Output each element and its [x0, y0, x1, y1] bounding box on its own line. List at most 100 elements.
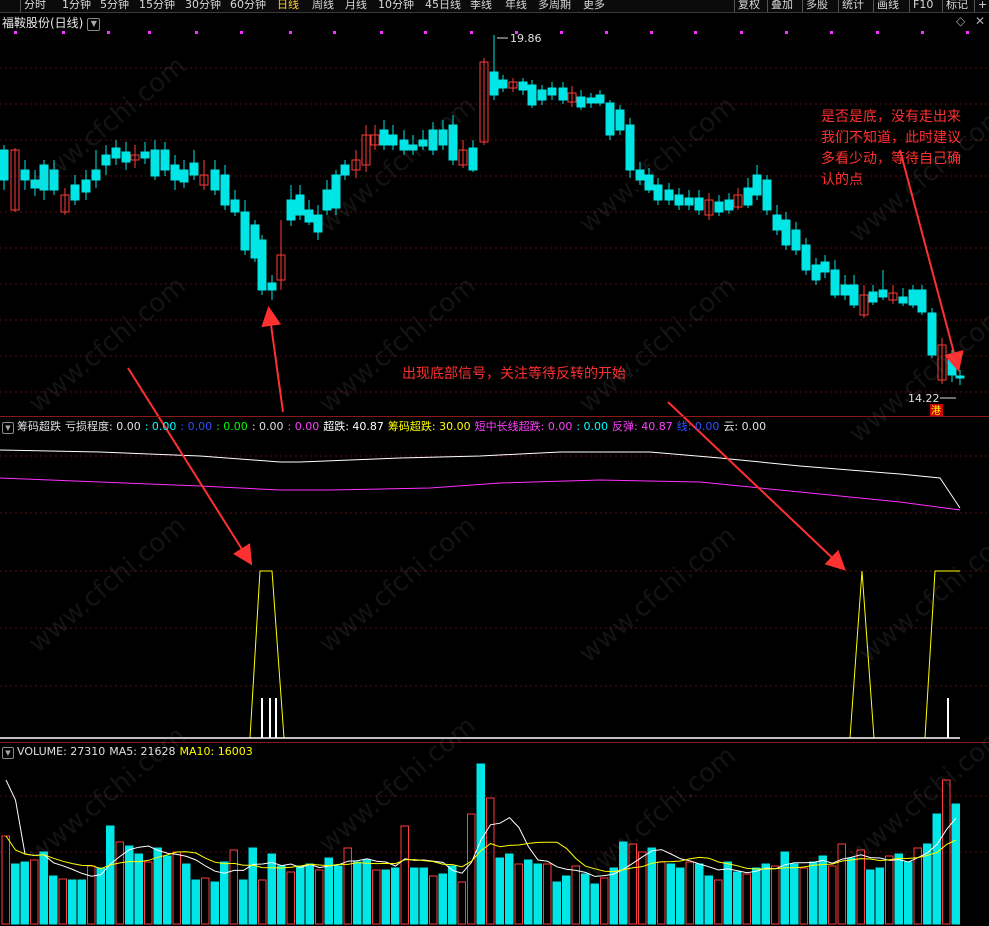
volume-bar — [856, 849, 865, 925]
candle-body — [286, 199, 296, 221]
candle-body — [498, 79, 508, 89]
indicator-value-5: : 0.00 — [287, 420, 320, 433]
candle-body — [781, 219, 791, 246]
volume-bar — [495, 857, 504, 925]
volume-bar — [248, 847, 257, 925]
volume-bar — [457, 881, 466, 925]
volume-bar — [210, 881, 219, 925]
candle-body — [898, 296, 908, 304]
marker-dot — [148, 31, 151, 34]
candle-body — [331, 174, 341, 209]
marker-dot — [560, 31, 563, 34]
candle-body — [220, 174, 230, 206]
candle-body — [257, 239, 267, 291]
volume-bar — [125, 845, 134, 925]
marker-dot — [195, 31, 198, 34]
volume-bar — [381, 869, 390, 925]
volume-bar — [524, 859, 533, 925]
volume-bar — [562, 875, 571, 925]
volume-bar — [647, 847, 656, 925]
volume-bar — [543, 863, 552, 925]
candle-body — [791, 229, 801, 251]
arrow-up-to-low — [261, 306, 284, 413]
candle-body — [399, 139, 409, 151]
candle-body — [955, 375, 965, 379]
marker-dot — [605, 31, 608, 34]
panel-divider-2 — [0, 742, 989, 743]
volume-bar — [552, 881, 561, 925]
volume-bar — [771, 865, 780, 925]
candle-body — [313, 214, 323, 233]
candle-body — [694, 197, 704, 211]
volume-bar — [676, 867, 685, 925]
candle-body — [537, 89, 547, 101]
marker-dot — [107, 31, 110, 34]
volume-bar — [476, 763, 485, 925]
volume-bar — [438, 873, 447, 925]
volume-bar — [362, 859, 371, 925]
volume-bar — [277, 865, 286, 925]
candle-body — [150, 149, 160, 177]
indicator-value-4: : 0.00 — [251, 420, 284, 433]
volume-bar — [638, 851, 647, 925]
indicator-value-3: : 0.00 — [216, 420, 248, 433]
candle-body — [295, 194, 305, 216]
candle-body — [189, 162, 199, 176]
volume-bar — [799, 867, 808, 925]
signal-peak-2 — [849, 570, 875, 739]
marker-dot — [876, 31, 879, 34]
candle-body — [625, 124, 635, 171]
volume-bar — [685, 861, 694, 925]
candle-body — [811, 264, 821, 281]
arrow-to-signal-1 — [127, 367, 253, 566]
volume-bar — [894, 853, 903, 925]
candle-body — [30, 179, 40, 189]
volume-bar — [704, 875, 713, 925]
volume-bar — [609, 867, 618, 925]
candle-body — [840, 284, 850, 296]
volume-bar — [372, 869, 381, 925]
volume-bar — [590, 883, 599, 925]
panel-divider-1 — [0, 416, 989, 417]
settings-icon[interactable]: ▼ — [2, 422, 14, 434]
marker-dot — [380, 31, 383, 34]
volume-bar — [666, 863, 675, 925]
volume-bar — [723, 861, 732, 925]
volume-bar — [286, 871, 295, 925]
candle-body — [408, 144, 418, 151]
marker-dot — [694, 31, 697, 34]
volume-bar — [790, 863, 799, 925]
candle-body — [917, 289, 927, 313]
marker-dot — [424, 31, 427, 34]
volume-bar — [600, 877, 609, 925]
candle-body — [240, 211, 250, 251]
settings-icon[interactable]: ▼ — [2, 747, 14, 759]
volume-bar — [134, 853, 143, 925]
candle-body — [927, 312, 937, 356]
marker-dot — [470, 31, 473, 34]
volume-bar — [182, 863, 191, 925]
marker-dot — [785, 31, 788, 34]
volume-bar — [809, 861, 818, 925]
marker-dot — [740, 31, 743, 34]
volume-bar — [866, 869, 875, 925]
candle-body — [772, 214, 782, 231]
volume-bar — [353, 861, 362, 925]
volume-bar — [505, 853, 514, 925]
annotation-line-2: 多看少动，等待自己确 — [821, 151, 961, 167]
candle-body — [615, 109, 625, 131]
candle-body — [674, 194, 684, 206]
volume-bar — [334, 865, 343, 925]
volume-bar — [410, 867, 419, 925]
candle-body — [635, 169, 645, 181]
volume-bar — [39, 851, 48, 925]
candle-body — [724, 199, 734, 211]
candle-body — [111, 147, 121, 159]
candle-body — [468, 147, 478, 171]
candle-body — [878, 289, 888, 298]
low-price-label: 14.22 — [908, 392, 940, 405]
volume-bar — [619, 841, 628, 925]
candle-body — [653, 184, 663, 201]
volume-bar — [533, 863, 542, 925]
volume-bar — [20, 861, 29, 925]
